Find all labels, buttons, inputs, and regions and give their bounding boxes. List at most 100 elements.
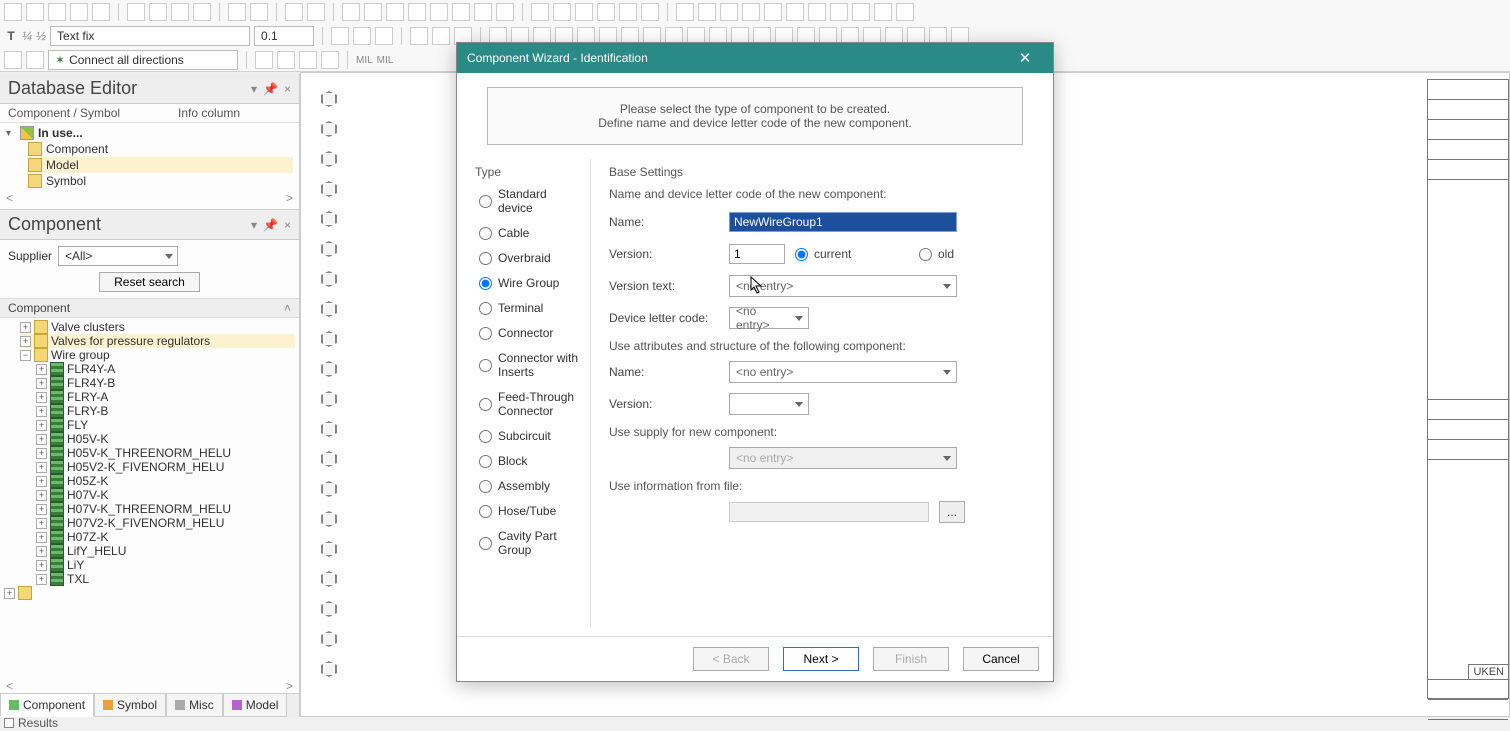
tree-leaf[interactable]: +LifY_HELU — [36, 544, 295, 558]
align-center-button[interactable] — [353, 27, 371, 45]
toolbar-button[interactable] — [720, 3, 738, 21]
cancel-button[interactable]: Cancel — [963, 647, 1039, 671]
toolbar-button[interactable] — [386, 3, 404, 21]
toolbar-button[interactable] — [852, 3, 870, 21]
type-radio-subcircuit[interactable]: Subcircuit — [479, 429, 582, 443]
toolbar-button[interactable] — [874, 3, 892, 21]
tree-leaf[interactable]: +FLR4Y-A — [36, 362, 295, 376]
toolbar-button[interactable] — [149, 3, 167, 21]
tree-leaf[interactable]: +H07V-K_THREENORM_HELU — [36, 502, 295, 516]
toolbar-button[interactable] — [364, 3, 382, 21]
tree-node-wire-group[interactable]: −Wire group — [20, 348, 295, 362]
toolbar-button[interactable] — [452, 3, 470, 21]
version-current-radio[interactable]: current — [795, 247, 905, 261]
type-radio-connector-with-inserts[interactable]: Connector with Inserts — [479, 351, 582, 379]
type-radio-cable[interactable]: Cable — [479, 226, 582, 240]
align-right-button[interactable] — [375, 27, 393, 45]
tree-root[interactable]: In use... — [38, 126, 83, 140]
type-radio-hose-tube[interactable]: Hose/Tube — [479, 504, 582, 518]
tree-leaf[interactable]: +H05V-K — [36, 432, 295, 446]
pin-icon[interactable]: 📌 — [263, 82, 278, 96]
scroll-right[interactable]: > — [286, 679, 293, 693]
tab-model[interactable]: Model — [223, 694, 288, 717]
dropdown-icon[interactable]: ▾ — [251, 82, 257, 96]
text-style-combo[interactable]: Text fix — [50, 26, 250, 46]
tree-node-symbol[interactable]: Symbol — [46, 174, 86, 188]
type-radio-wire-group[interactable]: Wire Group — [479, 276, 582, 290]
name-input[interactable] — [729, 212, 957, 232]
toolbar-button[interactable] — [228, 3, 246, 21]
dropdown-icon[interactable]: ▾ — [251, 218, 257, 232]
col-component-symbol[interactable]: Component / Symbol — [8, 106, 178, 120]
type-radio-overbraid[interactable]: Overbraid — [479, 251, 582, 265]
close-icon[interactable]: × — [284, 82, 291, 96]
pin-icon[interactable]: 📌 — [263, 218, 278, 232]
toolbar-button[interactable] — [171, 3, 189, 21]
tab-component[interactable]: Component — [0, 694, 94, 717]
toolbar-button[interactable] — [92, 3, 110, 21]
toolbar-button[interactable] — [764, 3, 782, 21]
toolbar-button[interactable] — [641, 3, 659, 21]
close-icon[interactable]: × — [284, 218, 291, 232]
collapse-icon[interactable]: ˄ — [284, 301, 291, 315]
tree-node-valve-clusters[interactable]: +Valve clusters — [20, 320, 295, 334]
tree-leaf[interactable]: +FLRY-B — [36, 404, 295, 418]
toolbar-button[interactable] — [553, 3, 571, 21]
tree-leaf[interactable]: +H07V2-K_FIVENORM_HELU — [36, 516, 295, 530]
toolbar-button[interactable] — [474, 3, 492, 21]
toolbar-button[interactable] — [430, 3, 448, 21]
toolbar-button[interactable] — [575, 3, 593, 21]
component-section-header[interactable]: Component — [8, 301, 70, 315]
reset-search-button[interactable]: Reset search — [99, 272, 200, 292]
attr-name-dropdown[interactable]: <no entry> — [729, 361, 957, 383]
tree-node-model[interactable]: Model — [46, 158, 79, 172]
toolbar-button[interactable] — [26, 3, 44, 21]
toolbar-button[interactable] — [830, 3, 848, 21]
results-bar[interactable]: Results — [4, 715, 58, 731]
scroll-right[interactable]: > — [286, 191, 293, 205]
tree-leaf[interactable]: +H05V-K_THREENORM_HELU — [36, 446, 295, 460]
toolbar-button[interactable] — [496, 3, 514, 21]
type-radio-terminal[interactable]: Terminal — [479, 301, 582, 315]
toolbar-button[interactable] — [321, 51, 339, 69]
toolbar-button[interactable] — [698, 3, 716, 21]
next-button[interactable]: Next > — [783, 647, 859, 671]
tree-leaf[interactable]: +H07V-K — [36, 488, 295, 502]
toolbar-button[interactable] — [26, 51, 44, 69]
format-button[interactable] — [432, 27, 450, 45]
version-input[interactable] — [729, 244, 785, 264]
toolbar-button[interactable] — [250, 3, 268, 21]
toolbar-button[interactable] — [342, 3, 360, 21]
dialog-close-button[interactable]: ✕ — [1007, 46, 1043, 70]
tree-leaf[interactable]: +FLY — [36, 418, 295, 432]
toolbar-button[interactable] — [48, 3, 66, 21]
toolbar-button[interactable] — [70, 3, 88, 21]
toolbar-button[interactable] — [808, 3, 826, 21]
align-left-button[interactable] — [331, 27, 349, 45]
attr-version-dropdown[interactable] — [729, 393, 809, 415]
tree-leaf[interactable]: +TXL — [36, 572, 295, 586]
toolbar-button[interactable] — [277, 51, 295, 69]
tree-leaf[interactable]: +FLR4Y-B — [36, 376, 295, 390]
number-field[interactable]: 0.1 — [254, 26, 314, 46]
toolbar-button[interactable] — [597, 3, 615, 21]
toolbar-button[interactable] — [285, 3, 303, 21]
toolbar-button[interactable] — [193, 3, 211, 21]
type-radio-assembly[interactable]: Assembly — [479, 479, 582, 493]
dialog-titlebar[interactable]: Component Wizard - Identification ✕ — [457, 43, 1053, 73]
tree-leaf[interactable]: +H07Z-K — [36, 530, 295, 544]
toolbar-button[interactable] — [619, 3, 637, 21]
toolbar-button[interactable] — [127, 3, 145, 21]
col-info[interactable]: Info column — [178, 106, 240, 120]
format-button[interactable] — [410, 27, 428, 45]
version-text-dropdown[interactable]: <no entry> — [729, 275, 957, 297]
tree-leaf[interactable]: +FLRY-A — [36, 390, 295, 404]
connect-mode-combo[interactable]: ✶ Connect all directions — [48, 50, 238, 70]
type-radio-connector[interactable]: Connector — [479, 326, 582, 340]
type-radio-cavity-part-group[interactable]: Cavity Part Group — [479, 529, 582, 557]
tab-misc[interactable]: Misc — [166, 694, 223, 717]
tree-leaf[interactable]: +H05Z-K — [36, 474, 295, 488]
component-tree[interactable]: +Valve clusters+Valves for pressure regu… — [0, 318, 299, 679]
toolbar-button[interactable] — [307, 3, 325, 21]
tree-node-valves-pressure[interactable]: +Valves for pressure regulators — [20, 334, 295, 348]
